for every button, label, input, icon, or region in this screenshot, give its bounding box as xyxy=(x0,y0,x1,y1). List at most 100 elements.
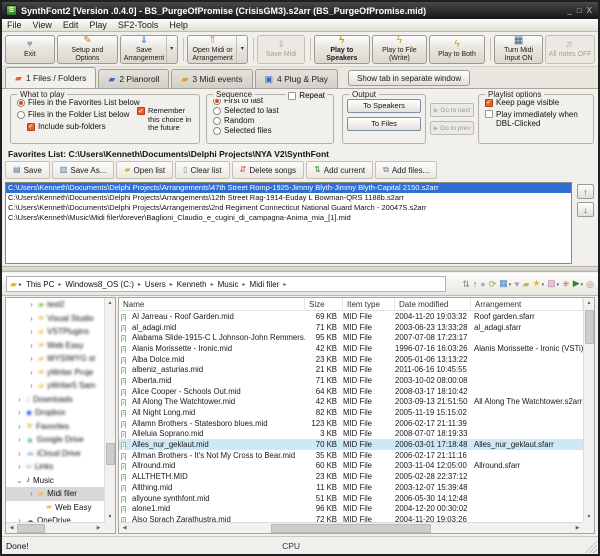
file-row[interactable]: Alba Dolce.mid 23 KB MID File 2005-01-06… xyxy=(119,354,583,365)
remember-choice-checkbox[interactable]: Remember this choice in the future xyxy=(137,107,195,133)
tree-item[interactable]: › ☁ OneDrive xyxy=(6,514,104,522)
expander-icon[interactable]: › xyxy=(28,314,35,323)
scroll-left-icon[interactable]: ◀ xyxy=(119,523,130,533)
window-control-button[interactable]: X xyxy=(587,7,592,15)
favorites-list-item[interactable]: C:\Users\Kenneth\Documents\Delphi Projec… xyxy=(6,203,571,213)
resize-grip[interactable] xyxy=(585,541,597,553)
scroll-thumb[interactable] xyxy=(271,524,431,533)
toolbar-button[interactable]: ✎ Setup and Options xyxy=(57,35,119,64)
scroll-thumb[interactable] xyxy=(17,524,45,533)
toolbar-button[interactable]: ▦ Turn Midi Input ON xyxy=(494,35,544,64)
splitter[interactable] xyxy=(2,266,598,272)
file-row[interactable]: ALLTHETH.MID 23 KB MID File 2005-02-28 2… xyxy=(119,471,583,482)
expander-icon[interactable]: › xyxy=(28,381,35,390)
breadcrumb-segment[interactable]: Windows8_OS (C:) xyxy=(63,280,135,289)
go-to-next-button[interactable]: ▶ Go to next xyxy=(430,103,474,117)
column-header-arrangement[interactable]: Arrangement xyxy=(471,298,583,311)
toolbar-button[interactable]: ϟ Play to Both xyxy=(429,35,485,64)
sequence-radio[interactable]: Selected to last xyxy=(213,106,333,115)
expander-icon[interactable]: › xyxy=(28,354,35,363)
address-toolbar-button[interactable]: ◎ xyxy=(586,280,594,289)
favorites-toolbar-button[interactable]: ▰ Open list xyxy=(116,161,173,179)
toolbar-button[interactable]: ⇑ Open Midi or Arrangement xyxy=(187,35,249,64)
files-horizontal-scrollbar[interactable]: ◀ ▶ xyxy=(119,522,583,533)
file-row[interactable]: Alice Cooper - Schools Out.mid 64 KB MID… xyxy=(119,386,583,397)
menu-item[interactable]: View xyxy=(33,20,52,30)
breadcrumb-segment[interactable]: This PC xyxy=(24,280,56,289)
toolbar-button[interactable]: ϟ Play to File (Write) xyxy=(372,35,428,64)
file-row[interactable]: All Along The Watchtower.mid 42 KB MID F… xyxy=(119,397,583,408)
scroll-left-icon[interactable]: ◀ xyxy=(6,523,17,533)
tree-item[interactable]: › ▰ Midi filer xyxy=(6,487,104,501)
tree-item[interactable]: ⌄ ♪ Music xyxy=(6,474,104,488)
expander-icon[interactable]: ⌄ xyxy=(16,476,23,485)
file-row[interactable]: Also Sprach Zarathustra.mid 72 KB MID Fi… xyxy=(119,514,583,522)
menu-item[interactable]: Help xyxy=(169,20,188,30)
file-row[interactable]: Alanis Morissette - Ironic.mid 42 KB MID… xyxy=(119,343,583,354)
keep-page-visible-checkbox[interactable]: Keep page visible xyxy=(485,98,593,107)
file-row[interactable]: Alabama Slide-1915-C L Johnson-John Remm… xyxy=(119,332,583,343)
expander-icon[interactable]: › xyxy=(16,395,23,404)
tree-vertical-scrollbar[interactable]: ▲ ▼ xyxy=(104,298,115,522)
scroll-down-icon[interactable]: ▼ xyxy=(105,512,116,522)
address-toolbar-button[interactable]: ⟳ xyxy=(489,280,497,289)
toolbar-button[interactable]: ♥ Exit xyxy=(5,35,55,64)
toolbar-button[interactable]: ⇓ Save Arrangement xyxy=(120,35,178,64)
tab[interactable]: ▰ 2 Pianoroll xyxy=(98,69,169,88)
file-row[interactable]: All Night Long.mid 82 KB MID File 2005-1… xyxy=(119,407,583,418)
title-bar[interactable]: S SynthFont2 [Version .0.4.0] - BS_Purge… xyxy=(2,2,598,19)
file-row[interactable]: alone1.mid 96 KB MID File 2004-12-20 00:… xyxy=(119,503,583,514)
move-up-button[interactable]: ↑ xyxy=(577,184,594,199)
file-row[interactable]: Alberta.mid 71 KB MID File 2003-10-02 08… xyxy=(119,375,583,386)
scroll-thumb[interactable] xyxy=(585,310,594,344)
file-row[interactable]: al_adagi.mid 71 KB MID File 2003-06-23 1… xyxy=(119,322,583,333)
file-row[interactable]: albeniz_asturias.mid 21 KB MID File 2011… xyxy=(119,364,583,375)
address-toolbar-button[interactable]: ★ xyxy=(533,279,545,290)
favorites-list-item[interactable]: C:\Users\Kenneth\Documents\Delphi Projec… xyxy=(6,183,571,193)
toolbar-button[interactable]: ϟ Play to Speakers xyxy=(314,35,370,64)
window-control-button[interactable]: □ xyxy=(577,7,582,15)
menu-item[interactable]: File xyxy=(7,20,22,30)
address-toolbar-button[interactable]: ▦ xyxy=(499,279,511,290)
tree-item[interactable]: › ▲ Google Drive xyxy=(6,433,104,447)
tree-item[interactable]: › ∞ Links xyxy=(6,460,104,474)
tree-item[interactable]: › ☁ iCloud Drive xyxy=(6,447,104,461)
scroll-right-icon[interactable]: ▶ xyxy=(572,523,583,533)
tree-item[interactable]: › ▰ test2 xyxy=(6,298,104,312)
address-toolbar-button[interactable]: ▰ xyxy=(523,280,530,289)
column-header-name[interactable]: Name xyxy=(119,298,305,311)
breadcrumb-segment[interactable]: Midi filer xyxy=(248,280,282,289)
scroll-right-icon[interactable]: ▶ xyxy=(93,523,104,533)
file-row[interactable]: Allman Brothers - It's Not My Cross to B… xyxy=(119,450,583,461)
expander-icon[interactable]: › xyxy=(28,489,35,498)
tree-item[interactable]: › ◆ Dropbox xyxy=(6,406,104,420)
breadcrumb-segment[interactable]: Kenneth xyxy=(175,280,209,289)
favorites-toolbar-button[interactable]: ⧉ Add files... xyxy=(375,161,437,179)
scroll-down-icon[interactable]: ▼ xyxy=(584,512,595,522)
favorites-toolbar-button[interactable]: ▯ Clear list xyxy=(175,161,230,179)
favorites-list[interactable]: C:\Users\Kenneth\Documents\Delphi Projec… xyxy=(5,182,572,264)
tree-item[interactable]: › ▰ yWriter Proje xyxy=(6,366,104,380)
tree-item[interactable]: › ▰ yWriter5 Sam xyxy=(6,379,104,393)
address-toolbar-button[interactable]: ⇅ xyxy=(462,280,470,289)
sequence-radio[interactable]: Random xyxy=(213,116,333,125)
menu-item[interactable]: SF2-Tools xyxy=(118,20,159,30)
file-row[interactable]: Al Jarreau - Roof Garden.mid 69 KB MID F… xyxy=(119,311,583,322)
file-row[interactable]: allyoune synthfont.mid 51 KB MID File 20… xyxy=(119,493,583,504)
repeat-checkbox[interactable]: Repeat xyxy=(286,91,327,100)
address-toolbar-button[interactable]: ✳ xyxy=(562,280,570,289)
favorites-toolbar-button[interactable]: ▤ Save xyxy=(5,161,50,179)
sequence-radio[interactable]: Selected files xyxy=(213,126,333,135)
window-control-button[interactable]: _ xyxy=(567,7,571,15)
move-down-button[interactable]: ↓ xyxy=(577,202,594,217)
address-toolbar-button[interactable]: ▨ xyxy=(547,279,559,290)
expander-icon[interactable]: › xyxy=(28,341,35,350)
to-speakers-button[interactable]: To Speakers xyxy=(347,99,421,113)
file-row[interactable]: Alles_nur_geklaut.mid 70 KB MID File 200… xyxy=(119,439,583,450)
tree-horizontal-scrollbar[interactable]: ◀ ▶ xyxy=(6,522,104,533)
favorites-toolbar-button[interactable]: ⇅ Add current xyxy=(306,161,373,179)
column-header-modified[interactable]: Date modified xyxy=(395,298,471,311)
favorites-list-item[interactable]: C:\Users\Kenneth\Music\Midi filer\foreve… xyxy=(6,213,571,223)
expander-icon[interactable]: › xyxy=(16,435,23,444)
toolbar-button[interactable]: ♬ All notes OFF xyxy=(545,35,595,64)
